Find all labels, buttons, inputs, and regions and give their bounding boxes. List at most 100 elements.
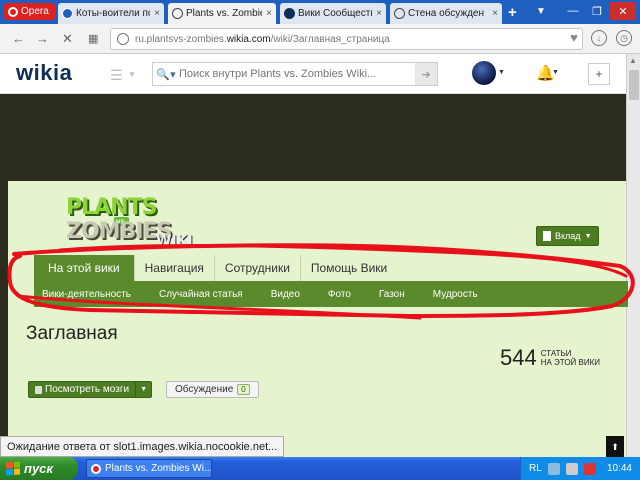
scroll-thumb[interactable] — [629, 70, 639, 100]
avatar[interactable] — [472, 61, 496, 85]
tab-label: Вики Сообщество — [298, 8, 372, 19]
subnav-video[interactable]: Видео — [271, 289, 300, 300]
article-count: 544 — [500, 345, 537, 370]
windows-taskbar: пуск Plants vs. Zombies Wi... RL 10:44 — [0, 457, 640, 480]
minimize-icon[interactable]: — — [562, 2, 584, 20]
chevron-down-icon: ▼ — [498, 69, 505, 76]
article-count-label: статьи на этой вики — [541, 349, 600, 367]
scroll-to-top-icon[interactable]: ⬆ — [606, 436, 624, 458]
chevron-down-icon: ▼ — [128, 70, 136, 79]
address-bar: ← → ✕ ▦ ru.plantsvs-zombies. wikia.com/wi… — [0, 24, 640, 54]
logo-plants-text: PLANTS — [66, 195, 157, 220]
wiki-content: PLANTS vs. ZOMBIES WIKI Вклад ▼ На этой … — [8, 181, 628, 462]
wikia-tab-icon — [284, 8, 295, 19]
stop-icon[interactable]: ✕ — [62, 31, 73, 47]
close-icon[interactable]: × — [154, 8, 160, 19]
opera-menu-button[interactable]: Opera — [4, 3, 55, 20]
document-icon — [543, 231, 551, 241]
chevron-down-icon: ▼ — [552, 69, 559, 76]
url-field[interactable]: ru.plantsvs-zombies. wikia.com/wiki/Загла… — [110, 28, 583, 50]
count-label-line2: на этой вики — [540, 358, 601, 367]
back-icon[interactable]: ← — [12, 31, 25, 46]
subnav-lawn[interactable]: Газон — [379, 289, 405, 300]
taskbar-item-opera[interactable]: Plants vs. Zombies Wi... — [86, 459, 212, 478]
search-submit-arrow-icon[interactable]: ➔ — [415, 63, 437, 85]
speed-dial-icon[interactable]: ▦ — [88, 32, 98, 45]
new-tab-button[interactable]: + — [508, 4, 517, 21]
tab-plants-vs-zombies[interactable]: Plants vs. Zombies × — [168, 3, 276, 24]
close-icon[interactable]: × — [266, 8, 272, 19]
close-icon[interactable]: × — [376, 8, 382, 19]
system-tray: RL 10:44 — [520, 457, 640, 480]
opera-icon — [8, 6, 18, 17]
heart-icon[interactable]: ♥ — [566, 29, 582, 45]
contribute-button[interactable]: Вклад ▼ — [536, 226, 599, 246]
discussion-button[interactable]: Обсуждение 0 — [166, 381, 259, 398]
tab-cats[interactable]: Коты-воители по × — [58, 3, 164, 24]
loading-icon — [172, 8, 183, 19]
close-icon[interactable]: × — [492, 8, 498, 19]
tab-label: Коты-воители по — [76, 8, 151, 19]
discussion-label: Обсуждение — [175, 384, 234, 395]
loading-status: Ожидание ответа от slot1.images.wikia.no… — [0, 436, 285, 457]
chevron-down-icon: ▼ — [584, 232, 592, 240]
tab-wiki-help[interactable]: Помощь Вики — [301, 255, 397, 281]
taskbar-item-label: Plants vs. Zombies Wi... — [105, 463, 212, 474]
wiki-subnav: Вики-деятельность Случайная статья Видео… — [34, 281, 628, 307]
url-path: /wiki/Заглавная_страница — [270, 33, 390, 45]
subnav-random-article[interactable]: Случайная статья — [159, 289, 243, 300]
hamburger-menu-icon[interactable]: ☰ — [110, 67, 123, 84]
view-source-label-wrap: Посмотреть мозги — [29, 384, 135, 395]
tab-label: Стена обсужден — [408, 8, 485, 19]
wiki-nav-tabs: На этой вики Навигация Сотрудники Помощь… — [34, 255, 397, 281]
history-icon[interactable]: ◷ — [616, 30, 632, 46]
clock: 10:44 — [606, 463, 632, 474]
volume-icon[interactable] — [565, 462, 578, 475]
discussion-count-badge: 0 — [237, 384, 250, 395]
wikia-logo[interactable]: wikia — [16, 60, 72, 86]
subnav-wiki-activity[interactable]: Вики-деятельность — [42, 289, 131, 300]
tab-on-this-wiki[interactable]: На этой вики — [34, 255, 135, 281]
search-input[interactable] — [179, 63, 415, 85]
windows-logo-icon — [6, 461, 20, 476]
scroll-up-icon[interactable]: ▲ — [629, 56, 637, 65]
tab-discussion-wall[interactable]: Стена обсужден × — [390, 3, 502, 24]
view-source-label: Посмотреть мозги — [45, 384, 130, 395]
loading-icon — [394, 8, 405, 19]
download-icon[interactable]: ↓ — [591, 30, 607, 46]
lock-icon — [35, 385, 42, 394]
tab-label: Plants vs. Zombies — [186, 8, 263, 19]
start-label: пуск — [24, 461, 53, 476]
page-title: Заглавная — [26, 323, 118, 344]
maximize-icon[interactable]: ❐ — [586, 2, 608, 20]
forward-icon[interactable]: → — [36, 31, 49, 46]
close-window-icon[interactable]: ✕ — [610, 2, 636, 20]
logo-wiki-text: WIKI — [156, 233, 193, 249]
view-source-button[interactable]: Посмотреть мозги ▼ — [28, 381, 153, 398]
search-box: 🔍▾ ➔ — [152, 62, 438, 86]
count-label-line1: статьи — [540, 349, 572, 358]
tab-wiki-community[interactable]: Вики Сообщество × — [280, 3, 386, 24]
article-counter: 544 статьи на этой вики — [500, 345, 600, 371]
subnav-wisdom[interactable]: Мудрость — [433, 289, 478, 300]
tab-navigation[interactable]: Навигация — [135, 255, 215, 281]
wiki-logo[interactable]: PLANTS vs. ZOMBIES WIKI — [66, 195, 206, 251]
opera-label: Opera — [21, 6, 49, 17]
search-icon[interactable]: 🔍▾ — [153, 68, 179, 81]
language-indicator[interactable]: RL — [529, 463, 542, 474]
wikia-global-nav: wikia ☰ ▼ 🔍▾ ➔ ▼ 🔔 ▼ + — [0, 54, 626, 94]
network-icon[interactable] — [547, 462, 560, 475]
opera-icon — [91, 463, 101, 474]
browser-tabbar: Opera Коты-воители по × Plants vs. Zombi… — [0, 0, 640, 24]
page-scrollbar[interactable]: ▲ — [626, 54, 640, 462]
chevron-down-icon[interactable]: ▼ — [135, 382, 151, 397]
contribute-label: Вклад — [555, 231, 581, 241]
tab-menu-chevron-icon[interactable]: ▼ — [536, 6, 546, 17]
create-page-button[interactable]: + — [588, 63, 610, 85]
globe-icon — [117, 33, 129, 45]
start-button[interactable]: пуск — [0, 457, 78, 480]
security-shield-icon[interactable] — [583, 462, 596, 475]
url-domain: wikia.com — [226, 33, 271, 45]
subnav-photo[interactable]: Фото — [328, 289, 351, 300]
tab-staff[interactable]: Сотрудники — [215, 255, 301, 281]
